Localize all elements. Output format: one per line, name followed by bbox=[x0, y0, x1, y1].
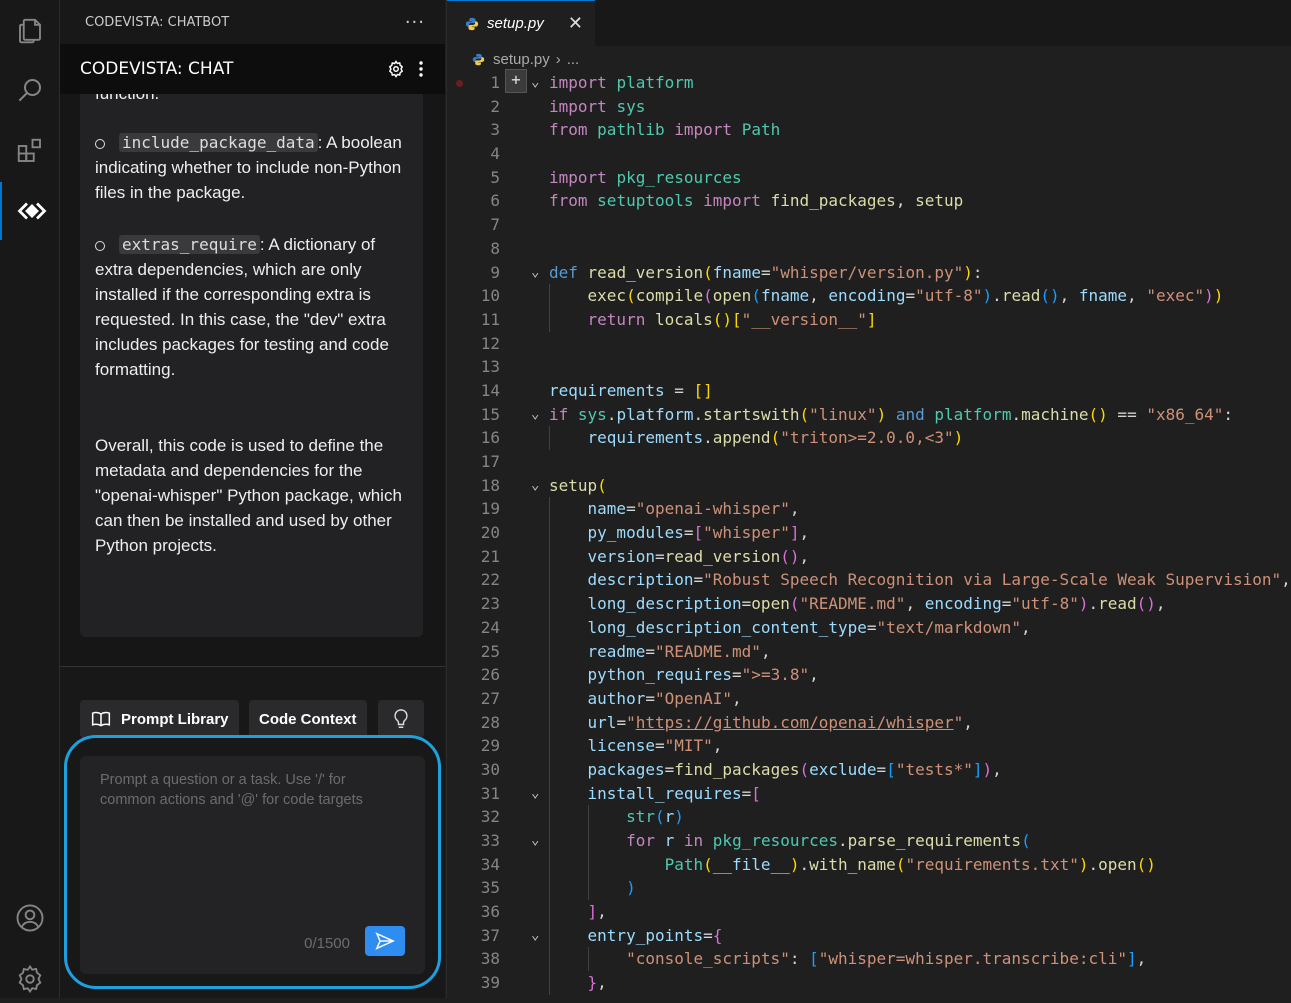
code-line: 5 import pkg_resources bbox=[490, 167, 742, 187]
code-line: 27 author="OpenAI", bbox=[447, 686, 1291, 711]
code-line: 38 "console_scripts": ["whisper=whisper.… bbox=[447, 947, 1291, 972]
code-line: 12 bbox=[480, 333, 500, 353]
code-line: 25 readme="README.md", bbox=[447, 639, 1291, 664]
send-icon bbox=[375, 932, 395, 950]
code-line: 39 }, bbox=[447, 971, 1291, 995]
prompt-library-label: Prompt Library bbox=[121, 710, 229, 728]
code-line: 16 requirements.append("triton>=2.0.0,<3… bbox=[447, 426, 1291, 450]
code-line: 32 str(r) bbox=[447, 805, 1291, 829]
code-context-button[interactable]: Code Context bbox=[249, 700, 367, 738]
send-button[interactable] bbox=[365, 926, 405, 956]
prompt-library-button[interactable]: Prompt Library bbox=[80, 700, 239, 738]
tab-bar: setup.py ✕ bbox=[447, 0, 1291, 46]
tips-button[interactable] bbox=[378, 700, 424, 738]
code-context-label: Code Context bbox=[259, 710, 357, 728]
code-line: 6 from setuptools import find_packages, s… bbox=[490, 191, 964, 211]
divider bbox=[60, 666, 445, 667]
code-line: 13 bbox=[480, 357, 500, 377]
extensions-icon[interactable] bbox=[0, 127, 60, 175]
prompt-input[interactable]: Prompt a question or a task. Use '/' for… bbox=[80, 756, 425, 974]
prompt-placeholder: Prompt a question or a task. Use '/' for… bbox=[100, 772, 363, 808]
code-line: 2 import sys bbox=[490, 96, 646, 116]
codevista-icon[interactable] bbox=[0, 182, 62, 240]
sidebar-header: CODEVISTA: CHATBOT ··· bbox=[60, 0, 445, 44]
breadcrumb-file[interactable]: setup.py bbox=[493, 51, 550, 68]
char-counter: 0/1500 bbox=[304, 935, 350, 952]
close-icon[interactable]: ✕ bbox=[568, 13, 583, 34]
code-line: 4 bbox=[490, 144, 500, 164]
code-line: 3 from pathlib import Path bbox=[490, 120, 781, 140]
code-lines[interactable]: 1 + ⌄ import platform 2 import sys 3 from pat… bbox=[447, 69, 1291, 995]
breadcrumb-symbol[interactable]: ... bbox=[567, 51, 580, 68]
code-line: 22 description="Robust Speech Recognitio… bbox=[447, 568, 1291, 593]
code-line: 14 requirements = [] bbox=[480, 380, 713, 400]
sidebar-title: CODEVISTA: CHATBOT bbox=[85, 14, 230, 30]
more-actions-button[interactable]: ··· bbox=[405, 12, 425, 33]
list-item: include_package_data: A boolean indicati… bbox=[95, 130, 415, 205]
lightbulb-icon bbox=[394, 709, 408, 728]
list-item-text: : A dictionary of extra dependencies, wh… bbox=[95, 235, 389, 379]
code-line: 21 version=read_version(), bbox=[447, 544, 1291, 569]
code-line: 23 long_description=open("README.md", en… bbox=[447, 592, 1291, 616]
code-line: 37 ⌄ entry_points={ bbox=[447, 923, 1291, 948]
chat-title: CODEVISTA: CHAT bbox=[80, 59, 234, 79]
code-line: 30 packages=find_packages(exclude=["test… bbox=[447, 757, 1291, 782]
code-line: 1 + ⌄ import platform bbox=[447, 69, 1291, 95]
code-editor: setup.py ✕ setup.py › ... 1 + ⌄ import plat… bbox=[446, 0, 1291, 998]
kebab-icon[interactable] bbox=[419, 61, 423, 77]
code-line: 34 Path(__file__).with_name("requirement… bbox=[447, 852, 1291, 877]
chat-sidebar: CODEVISTA: CHATBOT ··· CODEVISTA: CHAT f… bbox=[60, 0, 445, 998]
assistant-message: function. include_package_data: A boolea… bbox=[80, 94, 423, 637]
book-icon bbox=[91, 711, 111, 727]
code-line: 20 py_modules=["whisper"], bbox=[447, 521, 1291, 545]
settings-gear-icon[interactable] bbox=[0, 955, 60, 1003]
files-icon[interactable] bbox=[0, 7, 60, 55]
code-line: 36 ], bbox=[447, 900, 1291, 924]
chat-header: CODEVISTA: CHAT bbox=[60, 44, 445, 94]
code-line: 10 exec(compile(open(fname, encoding="ut… bbox=[447, 284, 1291, 308]
inline-code: extras_require bbox=[119, 235, 260, 254]
tab-setup-py[interactable]: setup.py ✕ bbox=[447, 0, 595, 46]
code-line: 8 bbox=[490, 238, 500, 258]
gear-icon[interactable] bbox=[387, 60, 405, 78]
breakpoint-icon bbox=[456, 80, 463, 87]
code-line: 29 license="MIT", bbox=[447, 734, 1291, 758]
code-line: 15 ⌄ if sys.platform.startswith("linux") a… bbox=[480, 404, 1234, 424]
code-line: 35 ) bbox=[447, 876, 1291, 901]
list-item: extras_require: A dictionary of extra de… bbox=[95, 232, 415, 382]
account-icon[interactable] bbox=[0, 894, 60, 942]
message-summary: Overall, this code is used to define the… bbox=[95, 436, 402, 555]
tab-label: setup.py bbox=[487, 15, 544, 32]
python-file-icon bbox=[472, 53, 485, 65]
message-area[interactable]: function. include_package_data: A boolea… bbox=[60, 94, 445, 666]
search-icon[interactable] bbox=[0, 66, 60, 114]
breadcrumb: setup.py › ... bbox=[472, 48, 579, 70]
code-line: 33 ⌄ for r in pkg_resources.parse_require… bbox=[447, 829, 1291, 853]
code-line: 24 long_description_content_type="text/m… bbox=[447, 615, 1291, 640]
code-line: 7 bbox=[490, 215, 500, 235]
activity-bar bbox=[0, 0, 60, 998]
code-line: 18 ⌄ setup( bbox=[480, 475, 607, 495]
code-line: 31 ⌄ install_requires=[ bbox=[447, 781, 1291, 806]
code-line: 11 return locals()["__version__"] bbox=[447, 307, 1291, 332]
add-icon[interactable]: + bbox=[505, 69, 527, 93]
code-line: 17 bbox=[480, 452, 500, 471]
code-line: 28 url="https://github.com/openai/whispe… bbox=[447, 710, 1291, 735]
inline-code: include_package_data bbox=[119, 133, 318, 152]
code-line: 19 name="openai-whisper", bbox=[447, 497, 1291, 522]
message-fragment: function. bbox=[95, 94, 415, 106]
code-line: 9 ⌄ def read_version(fname="whisper/versio… bbox=[490, 262, 983, 282]
code-line: 26 python_requires=">=3.8", bbox=[447, 663, 1291, 687]
python-file-icon bbox=[465, 17, 479, 30]
